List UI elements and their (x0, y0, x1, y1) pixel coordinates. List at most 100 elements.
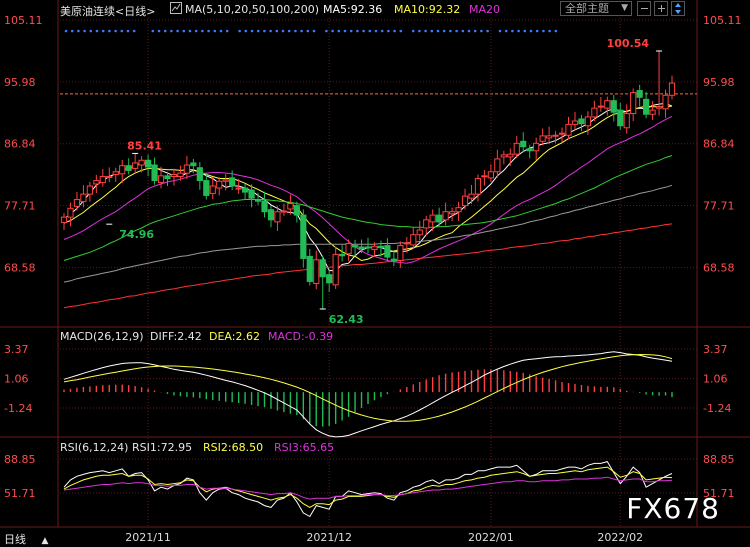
event-dot (517, 29, 520, 33)
candle-body (643, 98, 650, 115)
candle-body (507, 153, 514, 158)
event-dot (393, 29, 396, 33)
event-dot (349, 29, 353, 33)
scroll-button[interactable] (671, 1, 685, 16)
chevron-up-icon: ▲ (41, 536, 49, 546)
event-dot (108, 29, 111, 33)
event-dot (356, 29, 359, 33)
price-annotation: 62.43 (329, 313, 364, 326)
candle (300, 209, 307, 268)
event-dot (182, 29, 186, 33)
macd-y-tick-left: 1.06 (4, 373, 29, 386)
event-dot (250, 29, 254, 33)
event-dot (535, 29, 539, 33)
event-dot (194, 29, 198, 33)
ma5-value: MA5:92.36 (323, 3, 383, 16)
event-dot (151, 29, 155, 33)
event-dot (542, 29, 545, 33)
price-annotation: 74.96 (119, 228, 154, 241)
candle-body (287, 203, 294, 210)
period-selector-label: 日线 (4, 533, 26, 546)
macd-y-tick-right: 3.37 (703, 343, 728, 356)
event-dot (114, 29, 117, 33)
event-dot (256, 29, 260, 33)
event-dot (362, 29, 365, 33)
candle-body (371, 245, 378, 251)
candle-body (306, 255, 313, 282)
event-dot (120, 29, 124, 33)
candle-body (183, 164, 190, 174)
rsi-y-tick-left: 88.85 (4, 453, 36, 466)
candle-body (248, 189, 255, 199)
rsi-y-tick-right: 88.85 (703, 453, 735, 466)
event-dot (132, 29, 136, 33)
candle-body (610, 100, 617, 113)
event-dot (498, 29, 502, 33)
ma-chart-icon[interactable] (170, 2, 182, 14)
ma-params: MA(5,10,20,50,100,200) (185, 3, 320, 16)
plus-button[interactable] (654, 1, 668, 16)
y-tick-label-left: 95.98 (4, 76, 36, 89)
event-dot (213, 29, 217, 33)
event-dot (337, 29, 341, 33)
candle-body (351, 245, 359, 248)
candle-body (242, 187, 249, 193)
candle-body (429, 214, 436, 223)
event-dot (101, 29, 105, 33)
candle-body (455, 207, 462, 213)
event-dot (269, 29, 272, 33)
candle-body (125, 165, 132, 171)
event-dot (523, 29, 527, 33)
event-dot (374, 29, 378, 33)
candle-body (397, 245, 404, 261)
symbol-name: 美原油连续 (60, 5, 115, 18)
candle-body (520, 140, 527, 148)
candle-body (410, 234, 417, 246)
candle-body (345, 243, 352, 255)
y-tick-label-right: 95.98 (703, 76, 735, 89)
candle-body (578, 118, 585, 125)
event-dot (455, 29, 458, 33)
event-dot (176, 29, 179, 33)
x-tick-label: 2022/02 (597, 531, 643, 544)
event-dot (467, 29, 471, 33)
symbol-title: 美原油连续<日线> (60, 3, 155, 19)
event-dot (300, 29, 303, 33)
candle-body (364, 246, 372, 249)
event-dot (89, 29, 93, 33)
event-dot (343, 29, 347, 33)
event-dot (449, 29, 452, 33)
candle-body (604, 100, 611, 109)
candle-body (216, 180, 223, 189)
event-dot (380, 29, 384, 33)
candle-body (481, 175, 488, 178)
rsi3-value: RSI3:65.65 (274, 441, 335, 454)
candle-body (339, 253, 346, 257)
candle-body (636, 90, 643, 98)
event-dot (163, 29, 167, 33)
event-dot (480, 29, 483, 33)
candle-body (533, 142, 540, 152)
event-dot (64, 29, 68, 33)
candle-body (377, 245, 385, 249)
event-dot (442, 29, 446, 33)
price-chart: 105.11 105.11 95.98 95.98 86.84 86.84 77.71 77.… (0, 0, 750, 547)
candle-body (487, 171, 494, 179)
event-dot (225, 29, 229, 33)
candle-body (151, 164, 158, 182)
candle-body (293, 205, 300, 216)
candle-body (144, 159, 152, 168)
price-annotation: 100.54 (607, 37, 650, 50)
theme-dropdown[interactable]: 全部主题 ▼ (560, 1, 632, 16)
event-dot (70, 29, 74, 33)
minus-button[interactable] (637, 1, 651, 16)
event-dot (281, 29, 285, 33)
event-dot (399, 29, 403, 33)
period-selector[interactable]: 日线 ▲ (4, 531, 48, 547)
event-dot (188, 29, 192, 33)
event-dot (418, 29, 421, 33)
candle-body (571, 120, 579, 125)
x-tick-label: 2021/11 (125, 531, 171, 544)
candle-body (280, 210, 288, 213)
candle-body (235, 187, 242, 190)
